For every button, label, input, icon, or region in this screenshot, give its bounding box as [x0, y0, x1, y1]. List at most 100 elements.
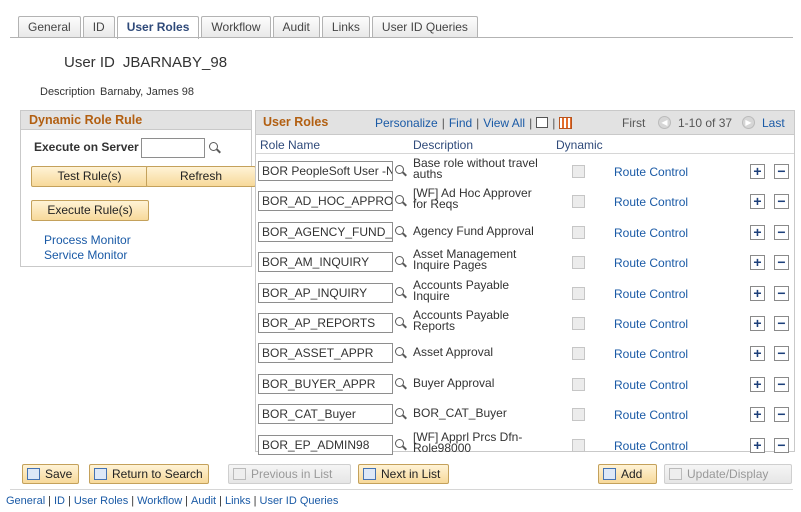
next-row-icon[interactable]: ▶ [742, 116, 755, 129]
add-row-icon[interactable]: + [750, 255, 765, 270]
download-grid-icon[interactable] [559, 117, 573, 129]
first-label: First [622, 116, 646, 130]
add-row-icon[interactable]: + [750, 225, 765, 240]
route-control-link[interactable]: Route Control [614, 317, 688, 331]
role-lookup-icon[interactable] [395, 317, 407, 329]
role-lookup-icon[interactable] [395, 439, 407, 451]
role-name-input[interactable]: BOR_AP_REPORTS [258, 313, 393, 333]
dynamic-checkbox[interactable] [572, 317, 585, 330]
bottom-link-links[interactable]: Links [225, 495, 251, 507]
route-control-link[interactable]: Route Control [614, 439, 688, 453]
route-control-link[interactable]: Route Control [614, 226, 688, 240]
add-row-icon[interactable]: + [750, 377, 765, 392]
delete-row-icon[interactable]: − [774, 286, 789, 301]
role-name-input[interactable]: BOR_AD_HOC_APPRO [258, 191, 393, 211]
add-row-icon[interactable]: + [750, 407, 765, 422]
delete-row-icon[interactable]: − [774, 164, 789, 179]
role-name-input[interactable]: BOR_AM_INQUIRY [258, 252, 393, 272]
dynamic-checkbox[interactable] [572, 226, 585, 239]
next-label: Next in List [381, 467, 441, 481]
test-rules-button[interactable]: Test Rule(s) [31, 166, 148, 187]
new-window-icon[interactable] [536, 117, 549, 128]
dynamic-checkbox[interactable] [572, 165, 585, 178]
execute-rules-button[interactable]: Execute Rule(s) [31, 200, 149, 221]
bottom-link-id[interactable]: ID [54, 495, 65, 507]
execute-on-server-input[interactable] [141, 138, 205, 158]
update-display-button[interactable]: Update/Display [664, 464, 792, 484]
delete-row-icon[interactable]: − [774, 346, 789, 361]
next-list-icon [363, 468, 376, 480]
bottom-link-user-id-queries[interactable]: User ID Queries [260, 495, 339, 507]
last-link[interactable]: Last [762, 116, 785, 130]
add-button[interactable]: Add [598, 464, 657, 484]
delete-row-icon[interactable]: − [774, 316, 789, 331]
previous-in-list-button[interactable]: Previous in List [228, 464, 351, 484]
role-name-input[interactable]: BOR_BUYER_APPR [258, 374, 393, 394]
route-control-link[interactable]: Route Control [614, 408, 688, 422]
refresh-button[interactable]: Refresh [146, 166, 256, 187]
role-lookup-icon[interactable] [395, 256, 407, 268]
tab-general[interactable]: General [18, 16, 81, 38]
route-control-link[interactable]: Route Control [614, 287, 688, 301]
dynamic-checkbox[interactable] [572, 408, 585, 421]
next-in-list-button[interactable]: Next in List [358, 464, 449, 484]
role-lookup-icon[interactable] [395, 347, 407, 359]
delete-row-icon[interactable]: − [774, 377, 789, 392]
service-monitor-link[interactable]: Service Monitor [44, 248, 127, 262]
bottom-link-general[interactable]: General [6, 495, 45, 507]
role-name-input[interactable]: BOR_ASSET_APPR [258, 343, 393, 363]
dynamic-checkbox[interactable] [572, 439, 585, 452]
dynamic-checkbox[interactable] [572, 195, 585, 208]
route-control-link[interactable]: Route Control [614, 256, 688, 270]
tab-workflow[interactable]: Workflow [201, 16, 271, 38]
role-lookup-icon[interactable] [395, 408, 407, 420]
bottom-link-user-roles[interactable]: User Roles [74, 495, 128, 507]
add-row-icon[interactable]: + [750, 194, 765, 209]
tab-audit[interactable]: Audit [272, 16, 320, 38]
process-monitor-link[interactable]: Process Monitor [44, 233, 131, 247]
view-all-link[interactable]: View All [483, 116, 525, 130]
tab-id[interactable]: ID [82, 16, 115, 38]
return-to-search-button[interactable]: Return to Search [89, 464, 209, 484]
dynamic-checkbox[interactable] [572, 256, 585, 269]
role-name-input[interactable]: BOR PeopleSoft User -N [258, 161, 393, 181]
dynamic-role-rule-title: Dynamic Role Rule [21, 111, 251, 130]
delete-row-icon[interactable]: − [774, 407, 789, 422]
delete-row-icon[interactable]: − [774, 225, 789, 240]
add-row-icon[interactable]: + [750, 286, 765, 301]
role-name-input[interactable]: BOR_CAT_Buyer [258, 404, 393, 424]
role-name-input[interactable]: BOR_AGENCY_FUND_ [258, 222, 393, 242]
delete-row-icon[interactable]: − [774, 255, 789, 270]
bottom-link-workflow[interactable]: Workflow [137, 495, 182, 507]
dynamic-checkbox[interactable] [572, 347, 585, 360]
previous-row-icon[interactable]: ◀ [658, 116, 671, 129]
tab-links[interactable]: Links [321, 16, 370, 38]
role-lookup-icon[interactable] [395, 165, 407, 177]
route-control-link[interactable]: Route Control [614, 347, 688, 361]
route-control-link[interactable]: Route Control [614, 165, 688, 179]
server-lookup-icon[interactable] [209, 142, 221, 154]
tab-user-roles[interactable]: User Roles [116, 16, 200, 39]
role-name-input[interactable]: BOR_EP_ADMIN98 [258, 435, 393, 455]
role-lookup-icon[interactable] [395, 378, 407, 390]
tab-user-id-queries[interactable]: User ID Queries [371, 16, 478, 38]
role-lookup-icon[interactable] [395, 195, 407, 207]
add-row-icon[interactable]: + [750, 164, 765, 179]
role-name-input[interactable]: BOR_AP_INQUIRY [258, 283, 393, 303]
delete-row-icon[interactable]: − [774, 194, 789, 209]
delete-row-icon[interactable]: − [774, 438, 789, 453]
dynamic-checkbox[interactable] [572, 287, 585, 300]
add-row-icon[interactable]: + [750, 438, 765, 453]
role-lookup-icon[interactable] [395, 226, 407, 238]
add-row-icon[interactable]: + [750, 346, 765, 361]
save-button[interactable]: Save [22, 464, 79, 484]
bottom-link-audit[interactable]: Audit [191, 495, 216, 507]
find-link[interactable]: Find [449, 116, 472, 130]
route-control-link[interactable]: Route Control [614, 378, 688, 392]
previous-list-icon [233, 468, 246, 480]
personalize-link[interactable]: Personalize [375, 116, 438, 130]
route-control-link[interactable]: Route Control [614, 195, 688, 209]
role-lookup-icon[interactable] [395, 287, 407, 299]
add-row-icon[interactable]: + [750, 316, 765, 331]
dynamic-checkbox[interactable] [572, 378, 585, 391]
